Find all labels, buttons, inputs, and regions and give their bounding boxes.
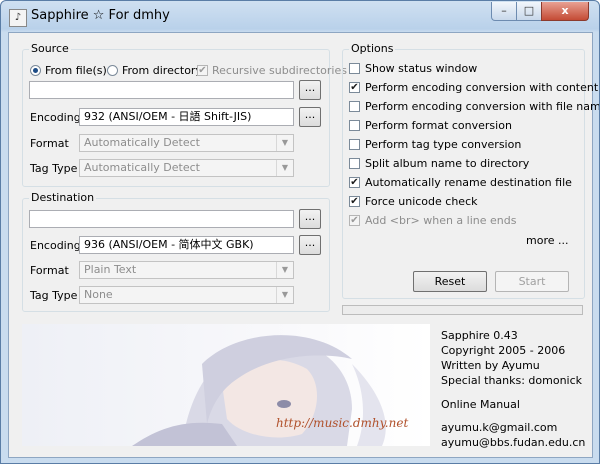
destination-encoding-field[interactable]: 936 (ANSI/OEM - 简体中文 GBK): [79, 236, 294, 254]
check-icon: ✔: [198, 65, 207, 76]
source-encoding-browse-button[interactable]: ...: [299, 107, 321, 127]
chevron-down-icon[interactable]: ▼: [276, 287, 293, 303]
source-legend: Source: [29, 42, 71, 55]
destination-format-select[interactable]: Plain Text ▼: [79, 261, 294, 279]
progress-bar: [342, 305, 583, 315]
destination-tagtype-value: None: [84, 288, 113, 301]
email-link-2[interactable]: ayumu@bbs.fudan.edu.cn: [441, 436, 585, 449]
source-encoding-label: Encoding: [30, 111, 81, 124]
chevron-down-icon[interactable]: ▼: [276, 135, 293, 151]
option-checkbox[interactable]: ✔: [349, 215, 360, 226]
source-format-label: Format: [30, 137, 69, 150]
options-legend: Options: [349, 42, 396, 55]
chevron-down-icon[interactable]: ▼: [276, 160, 293, 176]
option-label[interactable]: Perform encoding conversion with content: [365, 81, 598, 94]
source-browse-button[interactable]: ...: [299, 80, 321, 100]
application-window: ♪ Sapphire ☆ For dmhy – □ x Source From …: [0, 0, 600, 464]
source-format-value: Automatically Detect: [84, 136, 200, 149]
email-link-1[interactable]: ayumu.k@gmail.com: [441, 421, 557, 434]
about-copyright: Copyright 2005 - 2006: [441, 344, 566, 357]
close-button[interactable]: x: [541, 2, 589, 21]
source-format-select[interactable]: Automatically Detect ▼: [79, 134, 294, 152]
window-title: Sapphire ☆ For dmhy: [31, 8, 170, 23]
banner-url: http://music.dmhy.net: [276, 416, 409, 430]
destination-path-input[interactable]: [29, 210, 294, 228]
option-label[interactable]: Force unicode check: [365, 195, 478, 208]
from-files-radio[interactable]: [30, 65, 41, 76]
title-bar[interactable]: ♪ Sapphire ☆ For dmhy – □ x: [1, 1, 599, 32]
check-icon: ✔: [350, 82, 359, 93]
source-encoding-field[interactable]: 932 (ANSI/OEM - 日語 Shift-JIS): [79, 108, 294, 126]
destination-encoding-browse-button[interactable]: ...: [299, 235, 321, 255]
destination-format-value: Plain Text: [84, 263, 137, 276]
banner-image: http://music.dmhy.net: [22, 324, 430, 446]
check-icon: ✔: [350, 215, 359, 226]
check-icon: ✔: [350, 196, 359, 207]
destination-tagtype-label: Tag Type: [30, 289, 78, 302]
option-label[interactable]: Perform encoding conversion with file na…: [365, 100, 599, 113]
app-icon[interactable]: ♪: [9, 9, 27, 27]
source-tagtype-label: Tag Type: [30, 162, 78, 175]
minimize-button[interactable]: –: [491, 2, 517, 21]
about-written-by: Written by Ayumu: [441, 359, 540, 372]
option-label[interactable]: Split album name to directory: [365, 157, 529, 170]
destination-legend: Destination: [29, 191, 97, 204]
recursive-checkbox[interactable]: ✔: [197, 65, 208, 76]
destination-browse-button[interactable]: ...: [299, 209, 321, 229]
reset-button[interactable]: Reset: [413, 271, 487, 292]
destination-format-label: Format: [30, 264, 69, 277]
destination-tagtype-select[interactable]: None ▼: [79, 286, 294, 304]
from-files-label[interactable]: From file(s): [45, 64, 107, 77]
option-label[interactable]: Perform format conversion: [365, 119, 512, 132]
option-checkbox[interactable]: [349, 139, 360, 150]
from-directory-radio[interactable]: [107, 65, 118, 76]
option-checkbox[interactable]: ✔: [349, 82, 360, 93]
option-checkbox[interactable]: [349, 63, 360, 74]
start-button[interactable]: Start: [495, 271, 569, 292]
recursive-label: Recursive subdirectories: [212, 64, 347, 77]
chevron-down-icon[interactable]: ▼: [276, 262, 293, 278]
option-label[interactable]: Perform tag type conversion: [365, 138, 521, 151]
option-checkbox[interactable]: ✔: [349, 177, 360, 188]
about-thanks: Special thanks: domonick: [441, 374, 583, 387]
option-checkbox[interactable]: [349, 158, 360, 169]
option-label[interactable]: Show status window: [365, 62, 477, 75]
option-checkbox[interactable]: ✔: [349, 196, 360, 207]
option-checkbox[interactable]: [349, 101, 360, 112]
option-checkbox[interactable]: [349, 120, 360, 131]
source-tagtype-select[interactable]: Automatically Detect ▼: [79, 159, 294, 177]
check-icon: ✔: [350, 177, 359, 188]
more-link[interactable]: more ...: [526, 234, 568, 247]
from-directory-label[interactable]: From directory: [122, 64, 202, 77]
destination-encoding-label: Encoding: [30, 239, 81, 252]
online-manual-link[interactable]: Online Manual: [441, 398, 520, 411]
client-area: Source From file(s) From directory ✔ Rec…: [8, 32, 599, 458]
maximize-button[interactable]: □: [516, 2, 542, 21]
source-tagtype-value: Automatically Detect: [84, 161, 200, 174]
option-label[interactable]: Add <br> when a line ends: [365, 214, 516, 227]
about-version: Sapphire 0.43: [441, 329, 518, 342]
source-path-input[interactable]: [29, 81, 294, 99]
option-label[interactable]: Automatically rename destination file: [365, 176, 572, 189]
